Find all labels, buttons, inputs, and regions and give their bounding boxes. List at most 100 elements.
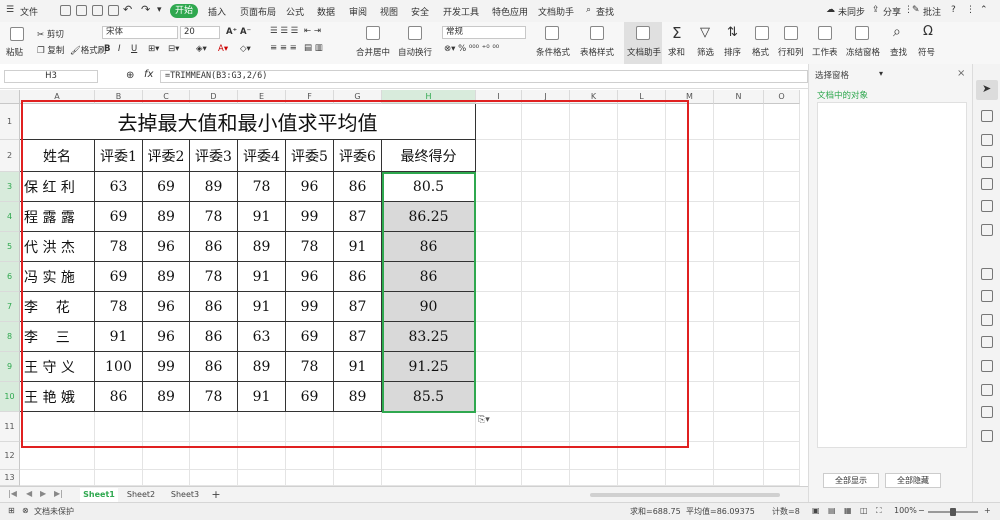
bold-icon[interactable]: B <box>104 44 110 54</box>
grid-cell[interactable] <box>764 292 800 322</box>
grid-cell[interactable] <box>764 140 800 172</box>
copy-icon[interactable] <box>981 268 993 280</box>
zoom-search-icon[interactable]: ⊕ <box>126 70 134 81</box>
merge-icon[interactable]: ⊟▾ <box>168 44 179 54</box>
hamburger-icon[interactable]: ☰ <box>6 5 14 15</box>
row-header-7[interactable]: 7 <box>0 292 20 322</box>
copy-button[interactable]: ❐ 复制 <box>37 44 64 56</box>
show-all-button[interactable]: 全部显示 <box>823 473 879 488</box>
grid-cell[interactable] <box>714 322 764 352</box>
grid-cell[interactable] <box>764 382 800 412</box>
conditional-format-button[interactable]: 条件格式 <box>536 46 570 58</box>
indent-icon[interactable]: ⇤ ⇥ <box>304 26 321 36</box>
name-box[interactable]: H3 <box>4 70 98 83</box>
row-header-12[interactable]: 12 <box>0 442 20 470</box>
image-icon[interactable] <box>981 360 993 372</box>
sort-icon[interactable]: ⇅ <box>727 25 738 40</box>
grid-cell[interactable] <box>286 470 334 486</box>
collapse-ribbon-icon[interactable]: ⋮ <box>966 5 975 15</box>
prev-sheet-icon[interactable]: ◀ <box>26 489 32 498</box>
zoom-slider-thumb[interactable] <box>950 508 956 516</box>
redo-icon[interactable]: ↷ <box>141 3 150 16</box>
formula-input[interactable]: =TRIMMEAN(B3:G3,2/6) <box>160 70 808 83</box>
grid-cell[interactable] <box>190 470 238 486</box>
tab-formula[interactable]: 公式 <box>286 5 304 18</box>
select-all-corner[interactable] <box>0 90 20 104</box>
row-header-8[interactable]: 8 <box>0 322 20 352</box>
zoom-out-icon[interactable]: − <box>918 506 925 515</box>
sum-icon[interactable]: Σ <box>672 24 681 42</box>
grid-cell[interactable] <box>714 292 764 322</box>
paste-button[interactable]: 粘贴 <box>6 46 23 58</box>
grid-cell[interactable] <box>382 470 476 486</box>
sync-status[interactable]: 未同步 <box>838 5 865 18</box>
row-header-5[interactable]: 5 <box>0 232 20 262</box>
grid-cell[interactable] <box>618 470 666 486</box>
grid-cell[interactable] <box>714 104 764 140</box>
help-icon[interactable]: ? <box>951 5 956 15</box>
doc-protection-status[interactable]: 文档未保护 <box>34 506 74 517</box>
row-col-icon[interactable] <box>784 26 798 40</box>
style-icon[interactable] <box>981 134 993 146</box>
grid-cell[interactable] <box>764 322 800 352</box>
settings-icon[interactable] <box>981 224 993 236</box>
sheet-tab-sheet2[interactable]: Sheet2 <box>122 488 160 502</box>
grid-cell[interactable] <box>20 470 95 486</box>
fx-icon[interactable]: fx <box>144 69 153 80</box>
page-break-icon[interactable]: ▦ <box>844 506 852 515</box>
document-icon[interactable] <box>981 290 993 302</box>
zoom-in-icon[interactable]: + <box>984 506 991 515</box>
wrap-text-button[interactable]: 自动换行 <box>398 46 432 58</box>
freeze-icon[interactable] <box>855 26 869 40</box>
symbol-icon[interactable]: Ω <box>923 24 933 39</box>
grid-cell[interactable] <box>764 352 800 382</box>
print-icon[interactable] <box>92 5 103 16</box>
table-style-icon[interactable] <box>590 26 604 40</box>
grid-cell[interactable] <box>764 172 800 202</box>
grid-cell[interactable] <box>764 262 800 292</box>
format-button[interactable]: 格式 <box>752 46 769 58</box>
preview-icon[interactable] <box>108 5 119 16</box>
border-icon[interactable]: ⊞▾ <box>148 44 159 54</box>
row-header-4[interactable]: 4 <box>0 202 20 232</box>
row-header-13[interactable]: 13 <box>0 470 20 486</box>
wrap-text-icon[interactable] <box>408 26 422 40</box>
align-left-icon[interactable]: ≡ ≡ ≡ <box>270 43 297 53</box>
share-button[interactable]: 分享 <box>883 5 901 18</box>
cursor-icon[interactable]: ➤ <box>982 82 991 95</box>
font-grow-icon[interactable]: A⁺ A⁻ <box>226 27 251 37</box>
grid-cell[interactable] <box>476 470 522 486</box>
fill-color-icon[interactable]: ◈▾ <box>196 44 207 54</box>
grid-cell[interactable] <box>238 470 286 486</box>
table-style-button[interactable]: 表格样式 <box>580 46 614 58</box>
find-button[interactable]: 查找 <box>890 46 907 58</box>
next-sheet-icon[interactable]: ▶ <box>40 489 46 498</box>
row-col-button[interactable]: 行和列 <box>778 46 804 58</box>
currency-icon[interactable]: ⊗▾ % ⁰⁰⁰ ⁺⁰ ⁰⁰ <box>444 44 499 54</box>
worksheet-button[interactable]: 工作表 <box>812 46 838 58</box>
grid-cell[interactable] <box>570 470 618 486</box>
shape-icon[interactable] <box>981 110 993 122</box>
grid-cell[interactable] <box>764 232 800 262</box>
grid-cell[interactable] <box>714 412 764 442</box>
chart-icon[interactable] <box>981 200 993 212</box>
comment-button[interactable]: 批注 <box>923 5 941 18</box>
tab-data[interactable]: 数据 <box>317 5 335 18</box>
grid-cell[interactable] <box>764 412 800 442</box>
font-name-select[interactable]: 宋体 <box>102 26 178 39</box>
distribute-icon[interactable]: ▤ ▥ <box>304 43 323 53</box>
tab-features[interactable]: 特色应用 <box>492 5 528 18</box>
paste-icon[interactable] <box>10 27 24 41</box>
zoom-level[interactable]: 100% <box>894 506 917 515</box>
tab-security[interactable]: 安全 <box>411 5 429 18</box>
search-icon[interactable]: ⌕ <box>586 5 591 15</box>
clear-icon[interactable]: ◇▾ <box>240 44 251 54</box>
grid-cell[interactable] <box>714 442 764 470</box>
reading-mode-icon[interactable]: ◫ <box>860 506 868 515</box>
italic-icon[interactable]: I <box>118 44 121 54</box>
grid-cell[interactable] <box>334 470 382 486</box>
grid-cell[interactable] <box>714 352 764 382</box>
grid-cell[interactable] <box>714 202 764 232</box>
tab-start[interactable]: 开始 <box>170 4 198 18</box>
column-header-O[interactable]: O <box>764 90 800 104</box>
